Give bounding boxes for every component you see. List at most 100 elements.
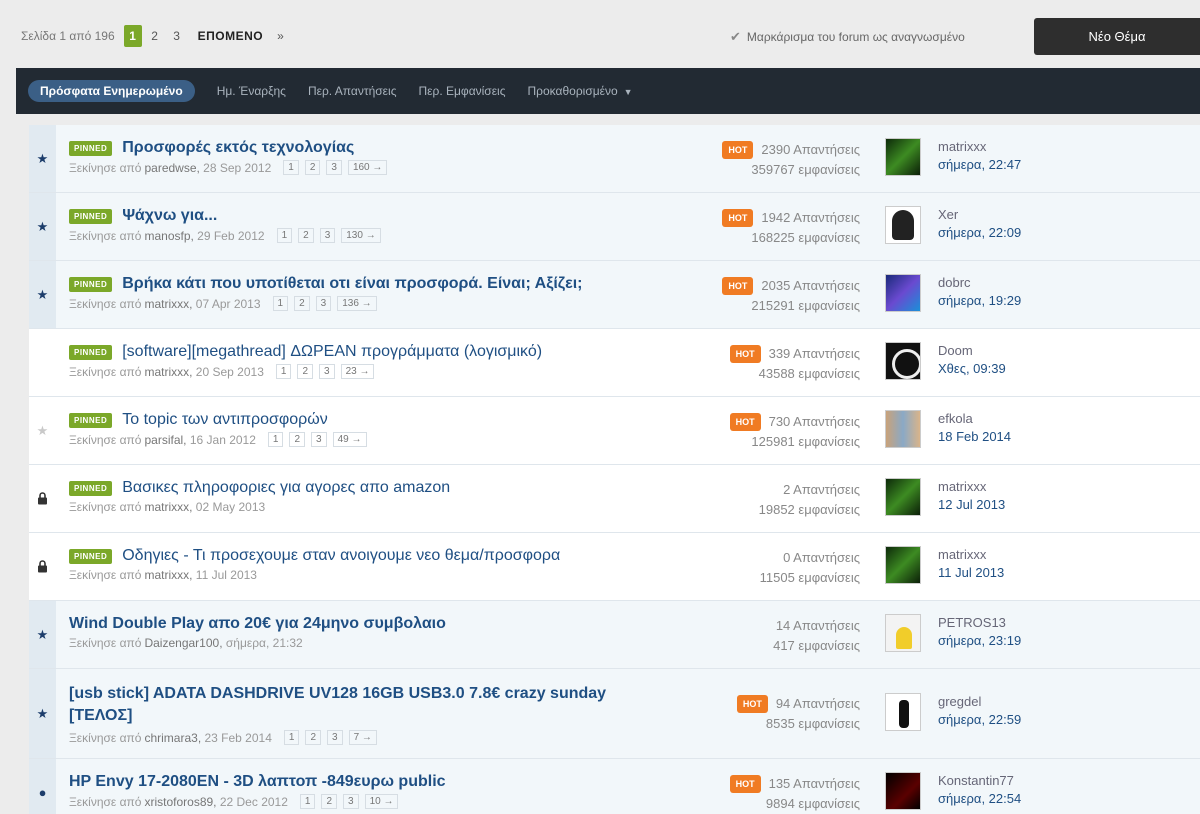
topic-author-link[interactable]: xristoforos89, xyxy=(144,795,216,809)
last-post-time-link[interactable]: 12 Jul 2013 xyxy=(938,496,1005,514)
star-icon[interactable]: ★ xyxy=(29,669,56,758)
avatar[interactable] xyxy=(885,693,921,731)
topic-title-link[interactable]: Ψάχνω για... xyxy=(122,207,217,225)
topic-author-link[interactable]: matrixxx, xyxy=(144,365,192,379)
topic-row[interactable]: PINNED Οδηγιες - Τι προσεχουμε σταν ανοιγ… xyxy=(29,533,1200,601)
last-poster-link[interactable]: Doom xyxy=(938,342,1006,360)
topic-page-link[interactable]: 2 xyxy=(298,228,314,243)
star-icon[interactable]: ★ xyxy=(29,261,56,328)
topic-page-link[interactable]: 1 xyxy=(267,432,284,447)
topic-author-link[interactable]: parsifal, xyxy=(144,433,186,447)
last-poster-link[interactable]: PETROS13 xyxy=(938,614,1021,632)
avatar[interactable] xyxy=(885,478,921,516)
topic-page-link[interactable]: 1 xyxy=(299,794,316,809)
topic-page-link[interactable]: 3 xyxy=(319,364,335,379)
topic-page-link[interactable]: 136 → xyxy=(337,296,377,311)
last-page-button[interactable]: » xyxy=(277,29,284,43)
last-poster-link[interactable]: matrixxx xyxy=(938,546,1004,564)
lock-icon[interactable] xyxy=(29,533,56,600)
avatar[interactable] xyxy=(885,138,921,176)
topic-page-link[interactable]: 2 xyxy=(297,364,313,379)
topic-page-link[interactable]: 1 xyxy=(275,364,292,379)
topic-author-link[interactable]: matrixxx, xyxy=(144,297,192,311)
last-post-time-link[interactable]: σήμερα, 23:19 xyxy=(938,632,1021,650)
last-post-time-link[interactable]: σήμερα, 22:54 xyxy=(938,790,1021,808)
topic-title-link[interactable]: Wind Double Play απο 20€ για 24μηνο συμβ… xyxy=(69,615,446,633)
last-post-time-link[interactable]: σήμερα, 22:59 xyxy=(938,711,1021,729)
topic-row[interactable]: PINNED Βασικες πληροφοριες για αγορες απο… xyxy=(29,465,1200,533)
topic-title-link[interactable]: Προσφορές εκτός τεχνολογίας xyxy=(122,139,354,157)
last-poster-link[interactable]: Xer xyxy=(938,206,1021,224)
topic-page-link[interactable]: 2 xyxy=(294,296,310,311)
last-poster-link[interactable]: matrixxx xyxy=(938,478,1005,496)
avatar[interactable] xyxy=(885,614,921,652)
last-post-time-link[interactable]: 18 Feb 2014 xyxy=(938,428,1011,446)
star-icon[interactable]: ★ xyxy=(29,601,56,668)
lock-icon[interactable] xyxy=(29,465,56,532)
avatar[interactable] xyxy=(885,546,921,584)
last-poster-link[interactable]: gregdel xyxy=(938,693,1021,711)
tab-sort-0[interactable]: Πρόσφατα Ενημερωμένο xyxy=(28,80,195,102)
last-post-time-link[interactable]: Χθες, 09:39 xyxy=(938,360,1006,378)
topic-row[interactable]: ★ PINNED Ψάχνω για... Ξεκίνησε από manosfp, … xyxy=(29,193,1200,261)
topic-author-link[interactable]: matrixxx, xyxy=(144,500,192,514)
unread-dot-icon[interactable]: ● xyxy=(29,759,56,814)
topic-title-link[interactable]: [usb stick] ADATA DASHDRIVE UV128 16GB U… xyxy=(69,683,659,727)
topic-row[interactable]: ● HP Envy 17-2080EN - 3D λαπτοπ -849ευρω … xyxy=(29,759,1200,814)
topic-author-link[interactable]: matrixxx, xyxy=(144,568,192,582)
topic-page-link[interactable]: 3 xyxy=(315,296,332,311)
topic-author-link[interactable]: Daizengar100, xyxy=(144,636,222,650)
topic-page-link[interactable]: 49 → xyxy=(332,432,367,447)
star-outline-icon[interactable]: ★ xyxy=(29,397,56,464)
topic-page-link[interactable]: 2 xyxy=(304,160,321,175)
topic-page-link[interactable]: 3 xyxy=(343,794,359,809)
topic-page-link[interactable]: 1 xyxy=(272,296,289,311)
topic-author-link[interactable]: chrimara3, xyxy=(144,731,201,745)
last-post-time-link[interactable]: σήμερα, 22:09 xyxy=(938,224,1021,242)
avatar[interactable] xyxy=(885,772,921,810)
star-icon[interactable]: ★ xyxy=(29,193,56,260)
topic-title-link[interactable]: Βρήκα κάτι που υποτίθεται οτι είναι προσ… xyxy=(122,275,582,293)
topic-page-link[interactable]: 2 xyxy=(289,432,306,447)
page-link-2[interactable]: 2 xyxy=(146,25,164,47)
last-poster-link[interactable]: dobrc xyxy=(938,274,1021,292)
last-post-time-link[interactable]: σήμερα, 19:29 xyxy=(938,292,1021,310)
topic-title-link[interactable]: Οδηγιες - Τι προσεχουμε σταν ανοιγουμε ν… xyxy=(122,547,560,565)
new-topic-button[interactable]: Νέο Θέμα xyxy=(1034,18,1200,55)
avatar[interactable] xyxy=(885,274,921,312)
topic-page-link[interactable]: 3 xyxy=(311,432,327,447)
next-page-button[interactable]: ΕΠΟΜΕΝΟ xyxy=(198,29,264,43)
topic-page-link[interactable]: 10 → xyxy=(364,794,399,809)
star-icon[interactable]: ★ xyxy=(29,125,56,192)
topic-title-link[interactable]: [software][megathread] ΔΩΡΕΑΝ προγράμματ… xyxy=(122,343,542,361)
tab-sort-4[interactable]: Προκαθορισμένο ▼ xyxy=(528,80,633,102)
last-poster-link[interactable]: Konstantin77 xyxy=(938,772,1021,790)
page-link-3[interactable]: 3 xyxy=(168,25,186,47)
topic-row[interactable]: ★ PINNED Το topic των αντιπροσφορών Ξεκίνησ… xyxy=(29,397,1200,465)
topic-page-link[interactable]: 1 xyxy=(283,160,299,175)
tab-sort-2[interactable]: Περ. Απαντήσεις xyxy=(308,80,397,102)
topic-page-link[interactable]: 7 → xyxy=(348,730,377,745)
topic-page-link[interactable]: 3 xyxy=(319,228,336,243)
last-poster-link[interactable]: matrixxx xyxy=(938,138,1021,156)
topic-row[interactable]: ★ [usb stick] ADATA DASHDRIVE UV128 16GB … xyxy=(29,669,1200,759)
topic-author-link[interactable]: paredwse, xyxy=(144,161,199,175)
topic-title-link[interactable]: Βασικες πληροφοριες για αγορες απο amazo… xyxy=(122,479,450,497)
topic-page-link[interactable]: 2 xyxy=(305,730,322,745)
topic-row[interactable]: ★ Wind Double Play απο 20€ για 24μηνο συμ… xyxy=(29,601,1200,669)
topic-page-link[interactable]: 2 xyxy=(321,794,338,809)
avatar[interactable] xyxy=(885,342,921,380)
topic-row[interactable]: PINNED [software][megathread] ΔΩΡΕΑΝ προγ… xyxy=(29,329,1200,397)
last-post-time-link[interactable]: 11 Jul 2013 xyxy=(938,564,1004,582)
tab-sort-1[interactable]: Ημ. Έναρξης xyxy=(217,80,286,102)
last-post-time-link[interactable]: σήμερα, 22:47 xyxy=(938,156,1021,174)
page-link-1[interactable]: 1 xyxy=(123,25,142,47)
topic-page-link[interactable]: 1 xyxy=(276,228,293,243)
topic-title-link[interactable]: Το topic των αντιπροσφορών xyxy=(122,411,328,429)
topic-page-link[interactable]: 23 → xyxy=(340,364,375,379)
avatar[interactable] xyxy=(885,206,921,244)
last-poster-link[interactable]: efkola xyxy=(938,410,1011,428)
avatar[interactable] xyxy=(885,410,921,448)
topic-page-link[interactable]: 3 xyxy=(326,160,342,175)
mark-forum-read-link[interactable]: ✔ Μαρκάρισμα του forum ως αναγνωσμένο xyxy=(730,29,965,45)
